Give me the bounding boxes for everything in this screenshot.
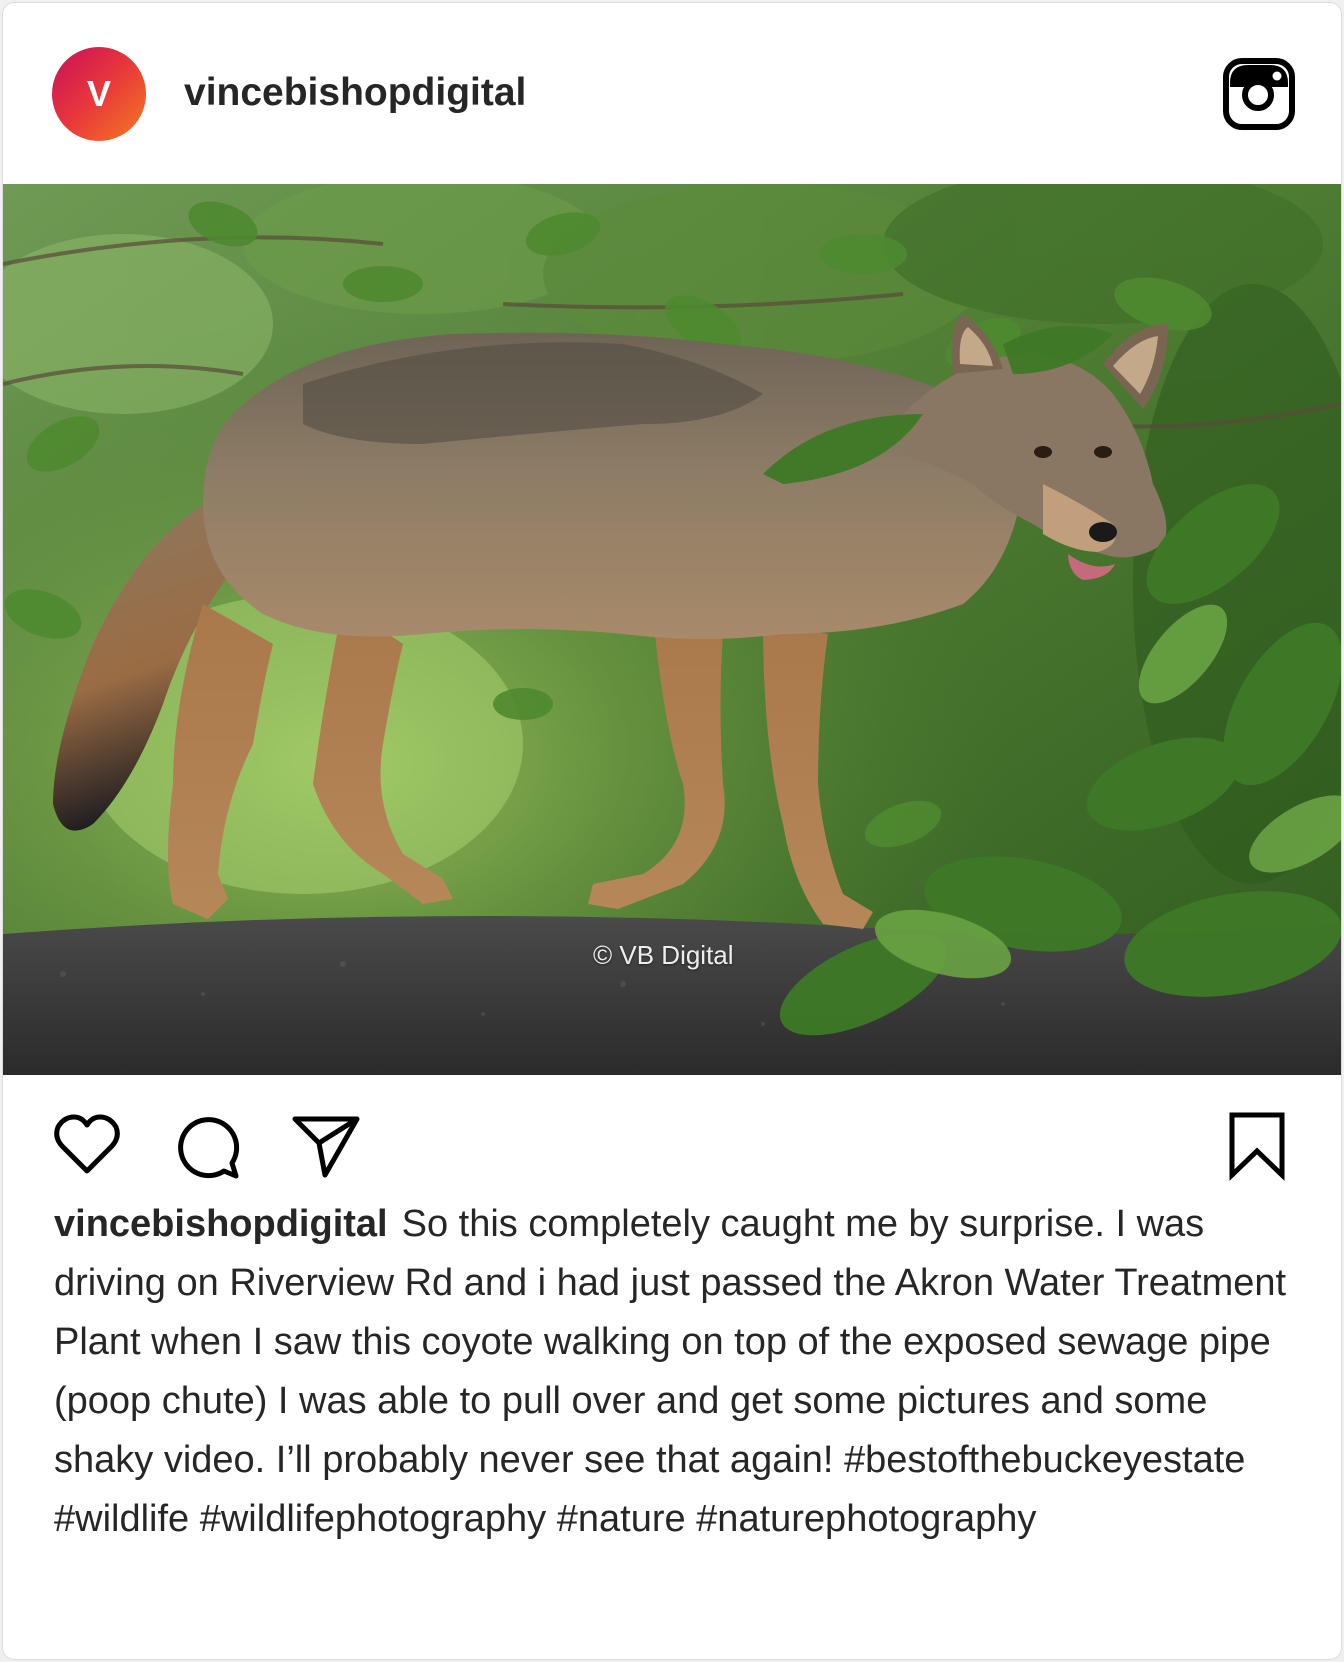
share-icon[interactable]: [291, 1111, 361, 1181]
heart-icon[interactable]: [52, 1111, 122, 1181]
post-photo[interactable]: © VB Digital: [3, 184, 1341, 1075]
avatar-letter: V: [86, 73, 111, 114]
instagram-icon[interactable]: [1222, 57, 1296, 131]
comment-icon[interactable]: [172, 1111, 242, 1181]
post-header: V vincebishopdigital: [3, 3, 1341, 183]
username-link[interactable]: vincebishopdigital: [184, 68, 526, 118]
post-card: V vincebishopdigital © VB Digital vinceb…: [2, 2, 1342, 1660]
action-bar: [3, 1083, 1341, 1183]
bookmark-icon[interactable]: [1222, 1111, 1292, 1181]
caption-text: So this completely caught me by surprise…: [54, 1203, 1287, 1540]
caption-username-link[interactable]: vincebishopdigital: [54, 1203, 388, 1245]
photo-watermark: © VB Digital: [593, 940, 734, 970]
post-caption: vincebishopdigital So this completely cau…: [54, 1195, 1304, 1549]
avatar[interactable]: V: [52, 47, 146, 141]
